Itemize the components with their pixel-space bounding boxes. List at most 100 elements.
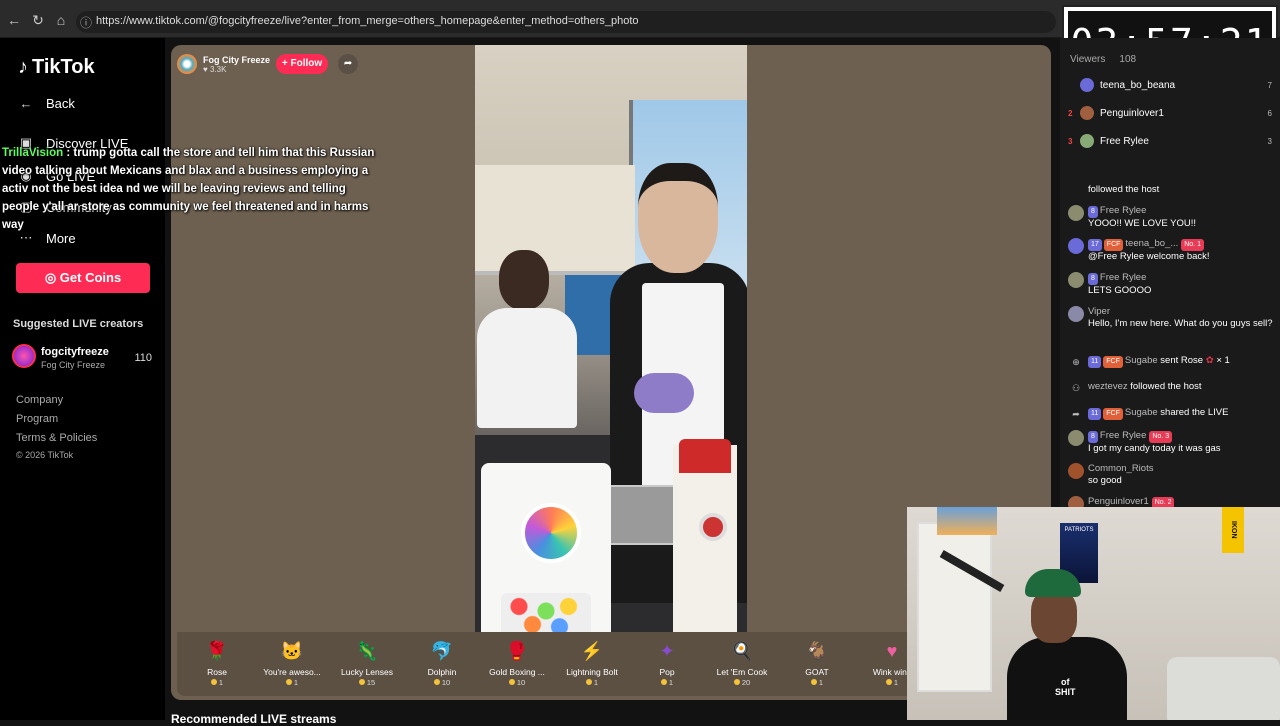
message-user[interactable]: weztevez (1088, 381, 1128, 392)
gift-name: Rose (207, 667, 227, 677)
gift-price: 1 (252, 678, 332, 687)
level-badge: 8 (1088, 206, 1098, 218)
tiktok-logo[interactable]: ♪ TikTok (18, 56, 95, 79)
message-user[interactable]: Sugabe (1125, 407, 1158, 418)
fan-club-badge: FCF (1103, 356, 1123, 368)
gift-price-value: 1 (293, 678, 299, 687)
message-user[interactable]: Common_Riots (1088, 463, 1153, 474)
get-coins-button[interactable]: ◎ Get Coins (16, 263, 150, 293)
dolphin-icon: 🐬 (430, 641, 454, 661)
coin-icon (285, 679, 292, 685)
home-icon[interactable]: ⌂ (53, 12, 69, 28)
message-text: sent Rose (1160, 355, 1204, 366)
message-text: shared the LIVE (1160, 407, 1229, 418)
gift-price-value: 1 (818, 678, 824, 687)
level-badge: 17 (1088, 239, 1102, 251)
viewer-row[interactable]: 3 Free Rylee 3 (1068, 132, 1272, 150)
gift-multiplier: × 1 (1216, 355, 1230, 366)
message-user[interactable]: Free Rylee (1100, 272, 1146, 283)
gift-price-value: 15 (366, 678, 376, 687)
viewers-count: 108 (1119, 54, 1137, 65)
lighthouse-ring (699, 513, 727, 541)
message-user[interactable]: Free Rylee (1100, 430, 1146, 441)
gift-price: 1 (627, 678, 707, 687)
address-bar[interactable]: ⓘ https://www.tiktok.com/@fogcityfreeze/… (76, 11, 1056, 33)
sidebar: ♪ TikTok ← Back ▣ Discover LIVE ◉ Go LIV… (0, 38, 165, 720)
host-avatar[interactable] (177, 54, 197, 74)
message-avatar[interactable] (1068, 238, 1084, 254)
chat-panel: Viewers 108 teena_bo_beana 7 2 Penguinlo… (1060, 38, 1280, 512)
gift-name: Lucky Lenses (341, 667, 393, 677)
heart-icon: ♥ (203, 64, 208, 74)
message-body: Common_Riots so good (1088, 463, 1274, 487)
site-info-icon[interactable]: ⓘ (80, 14, 92, 31)
viewer-row[interactable]: 2 Penguinlover1 6 (1068, 104, 1272, 122)
message-user[interactable]: Viper (1088, 306, 1110, 317)
footer-company[interactable]: Company (16, 394, 63, 406)
tiktok-note-icon: ♪ (18, 56, 28, 78)
viewer-name: Penguinlover1 (1100, 107, 1164, 119)
gift-item[interactable]: 🐐 GOAT 1 (777, 638, 857, 687)
creator-viewer-count: 110 (134, 352, 152, 364)
message-avatar[interactable] (1068, 430, 1084, 446)
rose-icon: ✿ (1205, 355, 1214, 366)
message-user[interactable]: Free Rylee (1100, 205, 1146, 216)
message-text: followed the host (1088, 184, 1160, 195)
viewers-header[interactable]: Viewers 108 (1070, 54, 1136, 65)
gift-name: Let 'Em Cook (716, 667, 768, 677)
rank-badge: No. 1 (1181, 239, 1204, 251)
host-name[interactable]: Fog City Freeze (203, 55, 270, 65)
gift-item[interactable]: ✦ Pop 1 (627, 638, 707, 687)
suggested-creator[interactable]: fogcityfreeze Fog City Freeze 110 (12, 344, 160, 374)
viewer-row[interactable]: teena_bo_beana 7 (1068, 76, 1272, 94)
message-avatar[interactable] (1068, 205, 1084, 221)
webcam-streamer: of SHIT (1007, 569, 1137, 720)
gift-item[interactable]: 🌹 Rose 1 (177, 638, 257, 687)
message-user[interactable]: teena_bo_... (1125, 238, 1178, 249)
coin-icon: ◎ (44, 270, 57, 285)
person-right-head (638, 163, 718, 273)
overlay-chat-text: trump gotta call the store and tell him … (2, 147, 375, 231)
footer-copyright: © 2026 TikTok (16, 450, 74, 460)
message-text: Hello, I'm new here. What do you guys se… (1088, 318, 1273, 329)
gift-item[interactable]: ⚡ Lightning Bolt 1 (552, 638, 632, 687)
message-text: I got my candy today it was gas (1088, 443, 1221, 454)
live-video[interactable] (475, 45, 747, 632)
get-coins-label: Get Coins (59, 270, 122, 285)
footer-program[interactable]: Program (16, 413, 58, 425)
webcam-overlay: PATRIOTS IKON of SHIT (907, 507, 1280, 720)
gift-price-value: 1 (668, 678, 674, 687)
creator-avatar (12, 344, 36, 368)
reload-icon[interactable]: ↻ (30, 12, 46, 28)
gift-item[interactable]: 🍳 Let 'Em Cook 20 (702, 638, 782, 687)
gift-name: Gold Boxing ... (489, 667, 545, 677)
recommended-title: Recommended LIVE streams (171, 712, 337, 726)
streamer-hat (1025, 569, 1081, 597)
webcam-doorway (917, 522, 992, 692)
follow-button[interactable]: + Follow (276, 54, 329, 74)
viewer-name: Free Rylee (1100, 135, 1149, 147)
back-arrow-icon[interactable]: ← (6, 12, 22, 28)
goat-icon: 🐐 (805, 641, 829, 661)
creator-name: Fog City Freeze (41, 360, 106, 370)
gift-item[interactable]: 🐱 You're aweso... 1 (252, 638, 332, 687)
message-avatar[interactable] (1068, 463, 1084, 479)
gift-item[interactable]: 🦎 Lucky Lenses 15 (327, 638, 407, 687)
message-body: 11 FCF Sugabe shared the LIVE (1088, 407, 1274, 420)
message-avatar[interactable] (1068, 272, 1084, 288)
gift-name: You're aweso... (263, 667, 321, 677)
gift-name: Pop (659, 667, 675, 677)
message-user[interactable]: Sugabe (1125, 355, 1158, 366)
back-link[interactable]: ← Back (18, 96, 75, 111)
gift-item[interactable]: 🐬 Dolphin 10 (402, 638, 482, 687)
footer-terms[interactable]: Terms & Policies (16, 432, 97, 444)
fan-club-badge: FCF (1103, 408, 1123, 420)
message-user[interactable]: Penguinlover1 (1088, 496, 1149, 507)
coin-icon (358, 679, 365, 685)
message-avatar[interactable] (1068, 306, 1084, 322)
pop-icon: ✦ (659, 641, 675, 661)
share-icon[interactable]: ➦ (338, 54, 359, 74)
follow-icon: ⚇ (1071, 383, 1081, 393)
message-body: Viper Hello, I'm new here. What do you g… (1088, 306, 1274, 330)
gift-item[interactable]: 🥊 Gold Boxing ... 10 (477, 638, 557, 687)
